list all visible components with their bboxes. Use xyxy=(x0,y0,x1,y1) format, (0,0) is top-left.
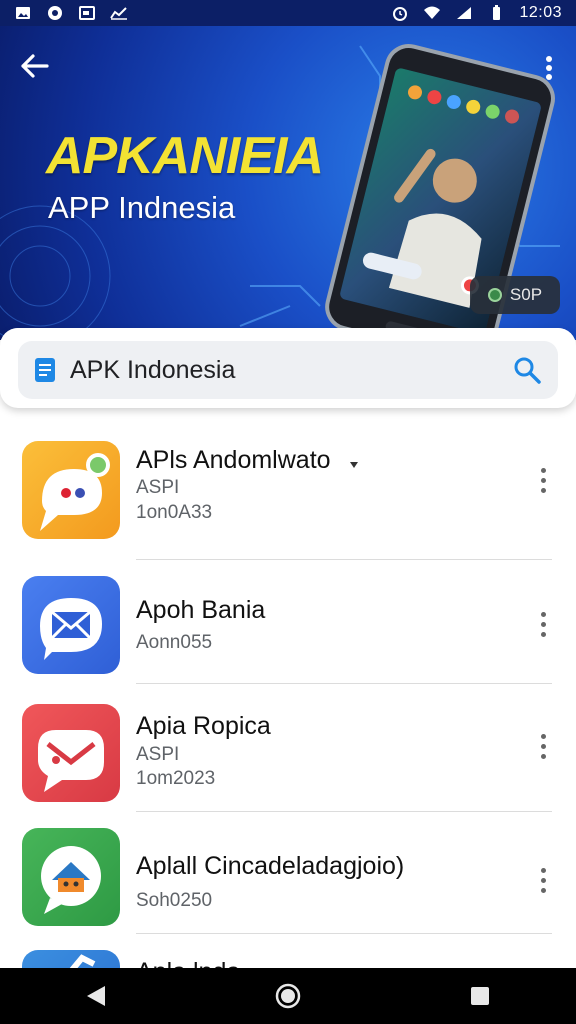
document-icon xyxy=(35,358,55,382)
app-meta-line1: Soh0250 xyxy=(136,890,213,911)
arrow-left-icon xyxy=(21,54,49,78)
sop-badge[interactable]: S0P xyxy=(470,276,560,314)
wifi-icon xyxy=(423,5,441,21)
search-icon[interactable] xyxy=(512,355,542,385)
sop-badge-label: S0P xyxy=(509,285,543,304)
mail-envelope-icon xyxy=(22,704,120,802)
app-meta-line1: Aonn055 xyxy=(136,632,213,653)
gallery-icon xyxy=(78,5,96,21)
app-name: Apia Ropica xyxy=(136,712,271,740)
chat-bubble-icon xyxy=(22,441,120,539)
nav-recents-button[interactable] xyxy=(450,971,510,1021)
app-more-button[interactable] xyxy=(530,728,556,764)
search-input[interactable]: APK Indonesia xyxy=(70,356,512,385)
search-bar[interactable]: APK Indonesia xyxy=(18,341,558,399)
status-left-icons xyxy=(14,5,128,21)
back-triangle-icon xyxy=(87,986,105,1006)
list-item[interactable]: Apla lnda xyxy=(0,934,576,968)
app-meta-line2: 1om2023 xyxy=(136,768,216,789)
app-name: Aplall Cincadeladagjoio) xyxy=(136,852,405,880)
nav-home-button[interactable] xyxy=(258,971,318,1021)
list-item[interactable]: Apia Ropica ASPI 1om2023 xyxy=(0,684,576,812)
list-item[interactable]: APls Andomlwato ASPI 1on0A33 xyxy=(0,410,576,560)
app-name: Apoh Bania xyxy=(136,596,266,624)
app-more-button[interactable] xyxy=(530,606,556,642)
image-icon xyxy=(14,5,32,21)
recents-square-icon xyxy=(471,987,489,1005)
status-bar: 12:03 xyxy=(0,0,576,26)
hero-banner: APKANIEIA APP Indnesia S0P xyxy=(0,26,576,340)
app-more-button[interactable] xyxy=(530,862,556,898)
home-circle-icon xyxy=(275,983,301,1009)
app-meta-line1: ASPI xyxy=(136,744,180,765)
status-time: 12:03 xyxy=(519,4,562,21)
alarm-icon xyxy=(391,5,409,21)
search-container: APK Indonesia xyxy=(0,328,576,408)
list-item[interactable]: Apoh Bania Aonn055 xyxy=(0,560,576,684)
back-button[interactable] xyxy=(14,46,54,86)
status-right-icons: 12:03 xyxy=(391,4,562,22)
nav-back-button[interactable] xyxy=(66,971,126,1021)
app-meta-line1: ASPI xyxy=(136,477,180,498)
app-name: Apla lnda xyxy=(136,958,240,968)
chevron-down-icon xyxy=(350,462,358,468)
chart-icon xyxy=(110,5,128,21)
chat-house-icon xyxy=(22,828,120,926)
app-more-button[interactable] xyxy=(530,462,556,498)
check-icon xyxy=(22,950,120,968)
app-name: APls Andomlwato xyxy=(136,446,331,474)
record-dot-icon xyxy=(487,288,502,302)
hero-title: APKANIEIA xyxy=(46,127,324,185)
system-nav-bar xyxy=(0,968,576,1024)
mail-envelope-icon xyxy=(22,576,120,674)
battery-icon xyxy=(487,5,505,21)
signal-icon xyxy=(455,5,473,21)
circle-app-icon xyxy=(46,5,64,21)
list-item[interactable]: Aplall Cincadeladagjoio) Soh0250 xyxy=(0,812,576,934)
app-meta-line2: 1on0A33 xyxy=(136,502,213,523)
hero-subtitle: APP Indnesia xyxy=(48,190,236,225)
